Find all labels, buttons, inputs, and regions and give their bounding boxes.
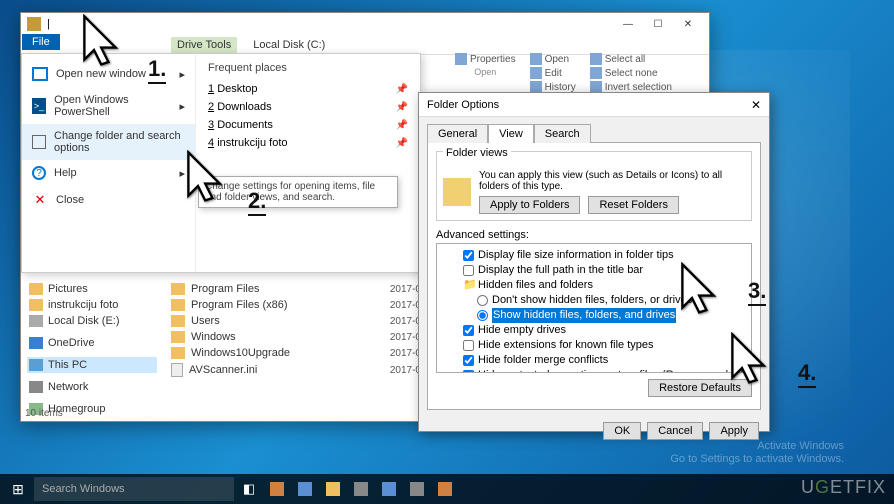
group-hidden-files: Hidden files and folders xyxy=(478,278,593,293)
nav-instrukciju[interactable]: instrukciju foto xyxy=(27,297,157,313)
frequent-places-label: Frequent places xyxy=(208,62,408,74)
task-view-icon[interactable]: ◧ xyxy=(236,476,262,502)
chk-hide-merge-conflicts[interactable] xyxy=(463,355,474,366)
nav-this-pc[interactable]: This PC xyxy=(27,357,157,373)
cancel-button[interactable]: Cancel xyxy=(647,422,703,440)
taskbar-explorer-icon[interactable] xyxy=(320,476,346,502)
ribbon-group-open: Open xyxy=(455,67,516,77)
list-item[interactable]: Users2017-08-28 xyxy=(171,313,441,329)
list-item[interactable]: AVScanner.ini2017-04-09 xyxy=(171,361,441,379)
file-list: Program Files2017-08-28 Program Files (x… xyxy=(171,281,441,379)
minimize-button[interactable]: — xyxy=(613,14,643,34)
taskbar-app-icon[interactable] xyxy=(264,476,290,502)
select-all-button[interactable]: Select all xyxy=(590,53,672,65)
step-3-label: 3. xyxy=(748,278,766,306)
tab-panel-view: Folder views You can apply this view (su… xyxy=(427,142,761,410)
qat-divider: | xyxy=(47,18,50,30)
list-item[interactable]: Windows2017-09-18 xyxy=(171,329,441,345)
nav-local-disk-e[interactable]: Local Disk (E:) xyxy=(27,313,157,329)
restore-defaults-button[interactable]: Restore Defaults xyxy=(648,379,752,397)
apply-to-folders-button[interactable]: Apply to Folders xyxy=(479,196,580,214)
chk-hide-empty-drives[interactable] xyxy=(463,325,474,336)
folder-views-label: Folder views xyxy=(443,147,511,159)
file-menu-close[interactable]: ✕Close xyxy=(22,186,195,214)
nav-network[interactable]: Network xyxy=(27,379,157,395)
list-item[interactable]: Program Files2017-08-28 xyxy=(171,281,441,297)
reset-folders-button[interactable]: Reset Folders xyxy=(588,196,678,214)
taskbar-app-icon[interactable] xyxy=(376,476,402,502)
tooltip-folder-options: Change settings for opening items, file … xyxy=(198,176,398,208)
taskbar: ⊞ Search Windows ◧ xyxy=(0,474,894,504)
frequent-downloads[interactable]: 2 Downloads📌 xyxy=(208,98,408,116)
dialog-titlebar: Folder Options ✕ xyxy=(419,93,769,117)
list-item[interactable]: Windows10Upgrade2017-06-06 xyxy=(171,345,441,361)
chk-full-path-title[interactable] xyxy=(463,265,474,276)
frequent-instrukciju[interactable]: 4 instrukciju foto📌 xyxy=(208,134,408,152)
location-title: Local Disk (C:) xyxy=(253,39,325,51)
apply-button[interactable]: Apply xyxy=(709,422,759,440)
taskbar-app-icon[interactable] xyxy=(432,476,458,502)
folder-views-icon xyxy=(443,178,471,206)
tab-search[interactable]: Search xyxy=(534,124,591,143)
status-bar: 10 items xyxy=(25,408,63,419)
file-menu: File Open new window▸ >_Open Windows Pow… xyxy=(21,53,421,273)
tab-view[interactable]: View xyxy=(488,124,534,143)
dialog-tabs: General View Search xyxy=(427,123,761,142)
open-button[interactable]: Open xyxy=(530,53,576,65)
folder-views-text: You can apply this view (such as Details… xyxy=(479,170,745,192)
title-bar: | — ☐ ✕ xyxy=(21,13,709,35)
nav-tree: Pictures instrukciju foto Local Disk (E:… xyxy=(27,281,157,417)
maximize-button[interactable]: ☐ xyxy=(643,14,673,34)
dialog-title: Folder Options xyxy=(427,99,499,111)
frequent-desktop[interactable]: 1 Desktop📌 xyxy=(208,80,408,98)
close-button[interactable]: ✕ xyxy=(673,14,703,34)
file-menu-folder-options[interactable]: Change folder and search options xyxy=(22,124,195,160)
file-menu-help[interactable]: ?Help▸ xyxy=(22,160,195,186)
file-menu-tab[interactable]: File xyxy=(22,34,60,50)
chk-file-size-tips[interactable] xyxy=(463,250,474,261)
tab-general[interactable]: General xyxy=(427,124,488,143)
contextual-tab-drive-tools[interactable]: Drive Tools xyxy=(171,37,237,53)
radio-dont-show-hidden[interactable] xyxy=(477,295,488,306)
frequent-documents[interactable]: 3 Documents📌 xyxy=(208,116,408,134)
taskbar-app-icon[interactable] xyxy=(348,476,374,502)
chk-hide-protected-os[interactable] xyxy=(463,370,474,373)
dialog-buttons: OK Cancel Apply xyxy=(419,416,769,446)
edit-button[interactable]: Edit xyxy=(530,67,576,79)
window-controls: — ☐ ✕ xyxy=(613,14,703,34)
start-button[interactable]: ⊞ xyxy=(4,475,32,503)
properties-button[interactable]: Properties xyxy=(455,53,516,65)
step-1-label: 1. xyxy=(148,56,166,84)
advanced-settings-label: Advanced settings: xyxy=(436,229,752,241)
ok-button[interactable]: OK xyxy=(603,422,641,440)
taskbar-app-icon[interactable] xyxy=(292,476,318,502)
advanced-settings-tree[interactable]: Display file size information in folder … xyxy=(436,243,752,373)
chk-hide-extensions[interactable] xyxy=(463,340,474,351)
nav-onedrive[interactable]: OneDrive xyxy=(27,335,157,351)
taskbar-app-icon[interactable] xyxy=(404,476,430,502)
step-4-label: 4. xyxy=(798,360,816,388)
ribbon-tabs: Drive Tools Local Disk (C:) xyxy=(21,35,709,55)
list-item[interactable]: Program Files (x86)2017-08-28 xyxy=(171,297,441,313)
folder-options-dialog: Folder Options ✕ General View Search Fol… xyxy=(418,92,770,432)
file-menu-powershell[interactable]: >_Open Windows PowerShell▸ xyxy=(22,88,195,124)
file-menu-new-window[interactable]: Open new window▸ xyxy=(22,60,195,88)
step-2-label: 2. xyxy=(248,188,266,216)
drive-icon xyxy=(27,17,41,31)
dialog-close-button[interactable]: ✕ xyxy=(751,98,761,112)
brand-watermark: UGETFIX xyxy=(801,477,886,498)
nav-pictures[interactable]: Pictures xyxy=(27,281,157,297)
radio-show-hidden[interactable] xyxy=(477,310,488,321)
taskbar-search[interactable]: Search Windows xyxy=(34,477,234,501)
select-none-button[interactable]: Select none xyxy=(590,67,672,79)
